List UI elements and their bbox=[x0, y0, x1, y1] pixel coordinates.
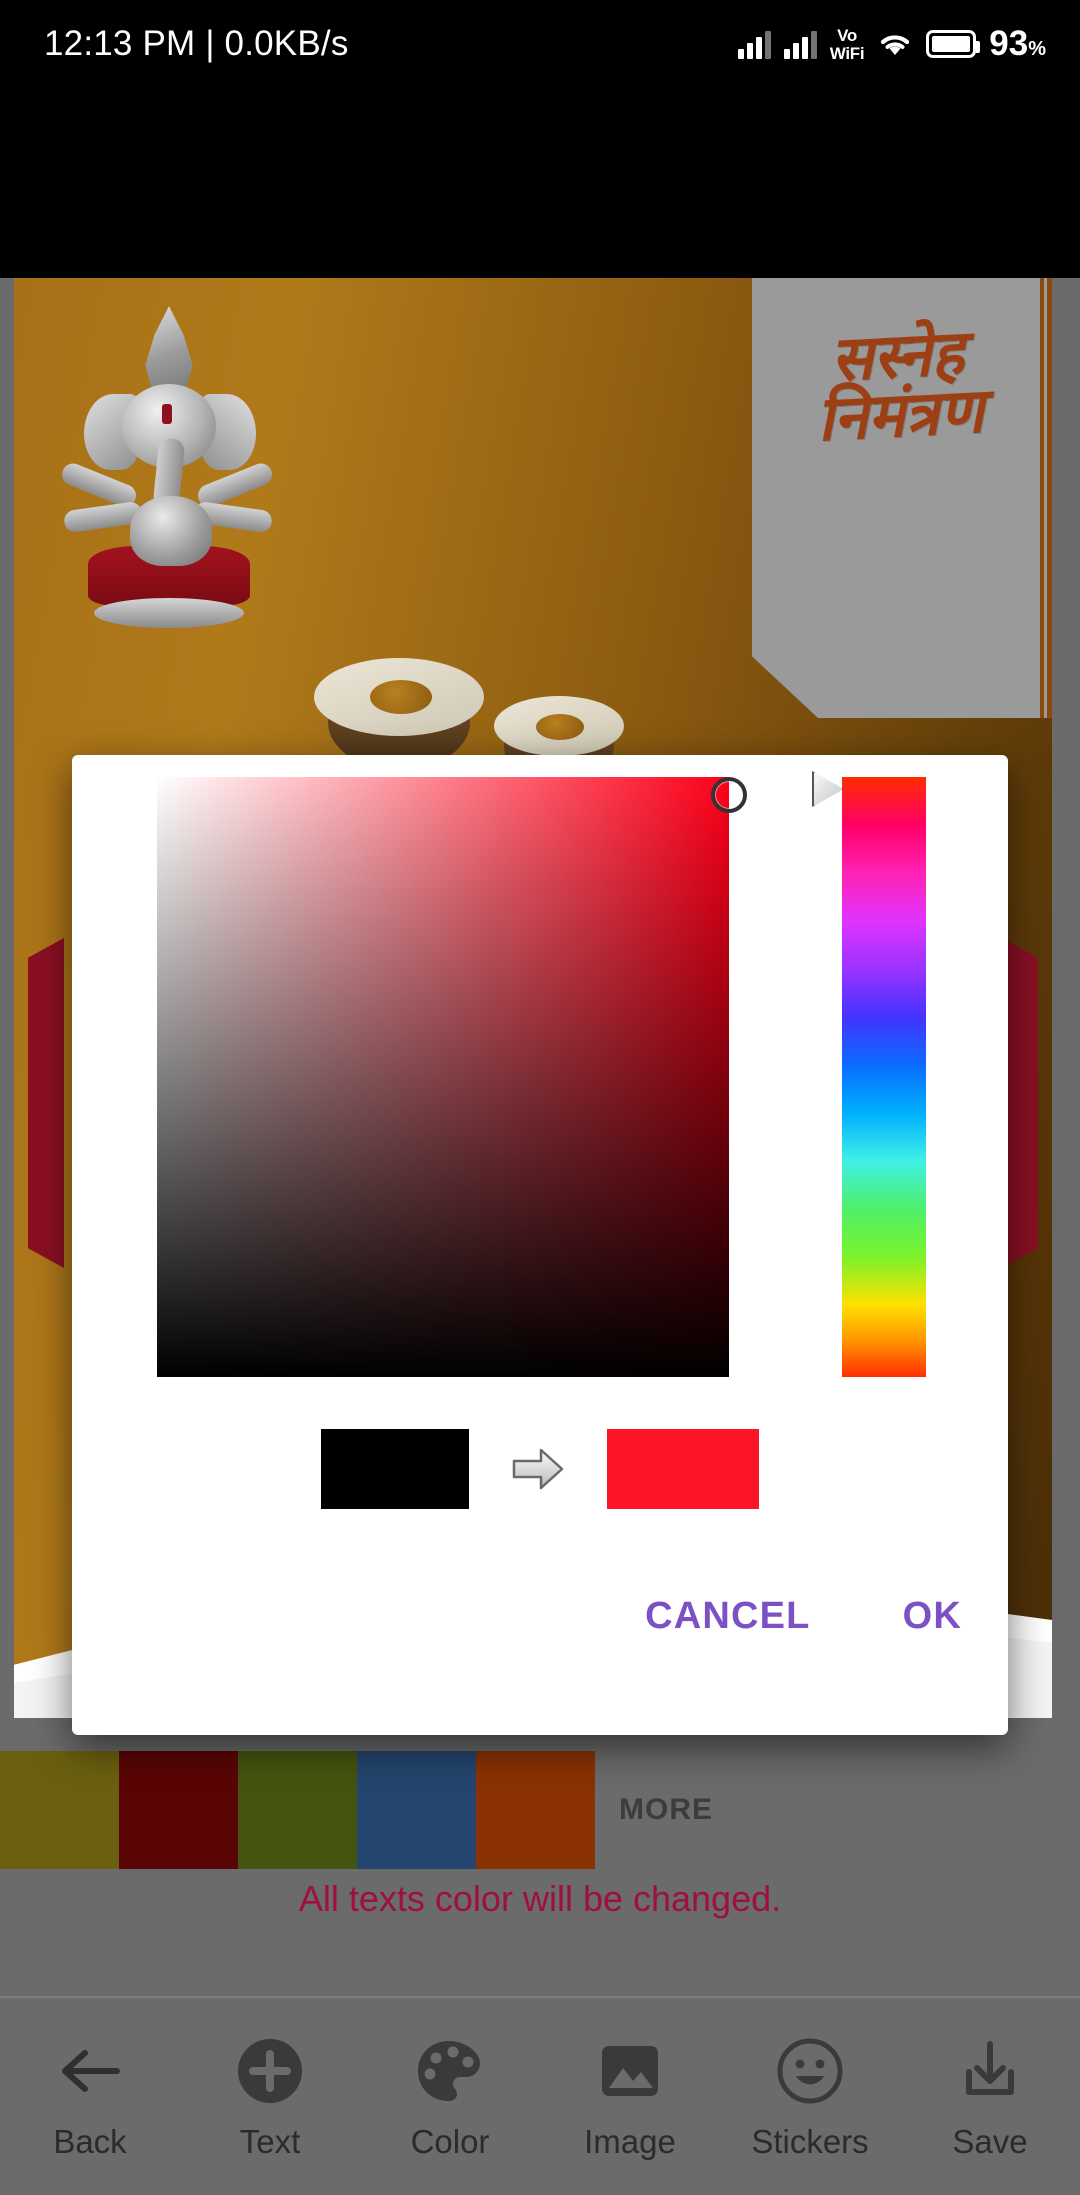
color-swatch-burnt-orange[interactable] bbox=[476, 1751, 595, 1869]
save-download-icon bbox=[900, 2033, 1080, 2109]
image-icon bbox=[540, 2033, 720, 2109]
add-text-icon bbox=[180, 2033, 360, 2109]
ganesha-idol-image bbox=[54, 306, 284, 628]
color-swatch-steel-blue[interactable] bbox=[357, 1751, 476, 1869]
volte-wifi-icon: Vo WiFi bbox=[829, 25, 865, 63]
color-change-hint-text: All texts color will be changed. bbox=[298, 1878, 782, 1919]
ok-button[interactable]: OK bbox=[903, 1595, 962, 1638]
smiley-icon bbox=[720, 2033, 900, 2109]
toolbar-label-save: Save bbox=[952, 2122, 1028, 2160]
color-swatch-strip[interactable]: MORE bbox=[0, 1750, 1080, 1870]
hue-gradient-bar bbox=[842, 777, 926, 1377]
new-color-swatch bbox=[607, 1429, 759, 1509]
toolbar-label-back: Back bbox=[53, 2122, 127, 2160]
sv-cursor-handle[interactable] bbox=[711, 777, 747, 813]
toolbar-item-color[interactable]: Color bbox=[360, 2033, 540, 2161]
signal-bars-icon-2 bbox=[783, 29, 817, 59]
toolbar-item-back[interactable]: Back bbox=[0, 2033, 180, 2161]
color-swatch-olive[interactable] bbox=[0, 1751, 119, 1869]
hue-slider-handle[interactable] bbox=[812, 771, 844, 807]
color-preview-row bbox=[72, 1423, 1008, 1515]
arrow-right-icon bbox=[511, 1445, 565, 1493]
color-swatch-olive-green[interactable] bbox=[238, 1751, 357, 1869]
signal-bars-icon bbox=[737, 29, 771, 59]
bottom-toolbar: Back Text Color Image Stickers Save bbox=[0, 1996, 1080, 2195]
status-icons: Vo WiFi 93% bbox=[737, 24, 1046, 64]
hue-slider[interactable] bbox=[812, 771, 926, 1377]
more-colors-button[interactable]: MORE bbox=[619, 1793, 713, 1827]
toolbar-item-save[interactable]: Save bbox=[900, 2033, 1080, 2161]
cancel-button[interactable]: CANCEL bbox=[645, 1595, 811, 1638]
toolbar-label-image: Image bbox=[584, 2122, 676, 2160]
phone-screen: 12:13 PM | 0.0KB/s Vo WiFi 93% सस्नेह नि… bbox=[0, 0, 1080, 2195]
saturation-value-picker[interactable] bbox=[157, 777, 729, 1377]
dialog-actions: CANCEL OK bbox=[645, 1595, 962, 1638]
battery-icon bbox=[926, 30, 981, 58]
toolbar-label-color: Color bbox=[410, 2122, 490, 2160]
toolbar-label-text: Text bbox=[239, 2122, 301, 2160]
toolbar-item-text[interactable]: Text bbox=[180, 2033, 360, 2161]
wifi-icon bbox=[877, 30, 913, 58]
status-bar: 12:13 PM | 0.0KB/s Vo WiFi 93% bbox=[0, 0, 1080, 88]
sv-black-overlay bbox=[157, 777, 729, 1377]
status-time-and-network-speed: 12:13 PM | 0.0KB/s bbox=[44, 24, 349, 63]
color-swatch-dark-red[interactable] bbox=[119, 1751, 238, 1869]
toolbar-item-stickers[interactable]: Stickers bbox=[720, 2033, 900, 2161]
toolbar-label-stickers: Stickers bbox=[751, 2122, 869, 2160]
old-color-swatch bbox=[321, 1429, 469, 1509]
back-arrow-icon bbox=[0, 2033, 180, 2109]
card-calligraphy-text[interactable]: सस्नेह निमंत्रण bbox=[771, 320, 1027, 455]
color-picker-dialog[interactable]: CANCEL OK bbox=[72, 755, 1008, 1735]
palette-icon bbox=[360, 2033, 540, 2109]
left-ribbon-decoration bbox=[28, 938, 64, 1268]
battery-percent-label: 93% bbox=[989, 24, 1046, 63]
panel-border bbox=[1040, 278, 1044, 718]
toolbar-item-image[interactable]: Image bbox=[540, 2033, 720, 2161]
